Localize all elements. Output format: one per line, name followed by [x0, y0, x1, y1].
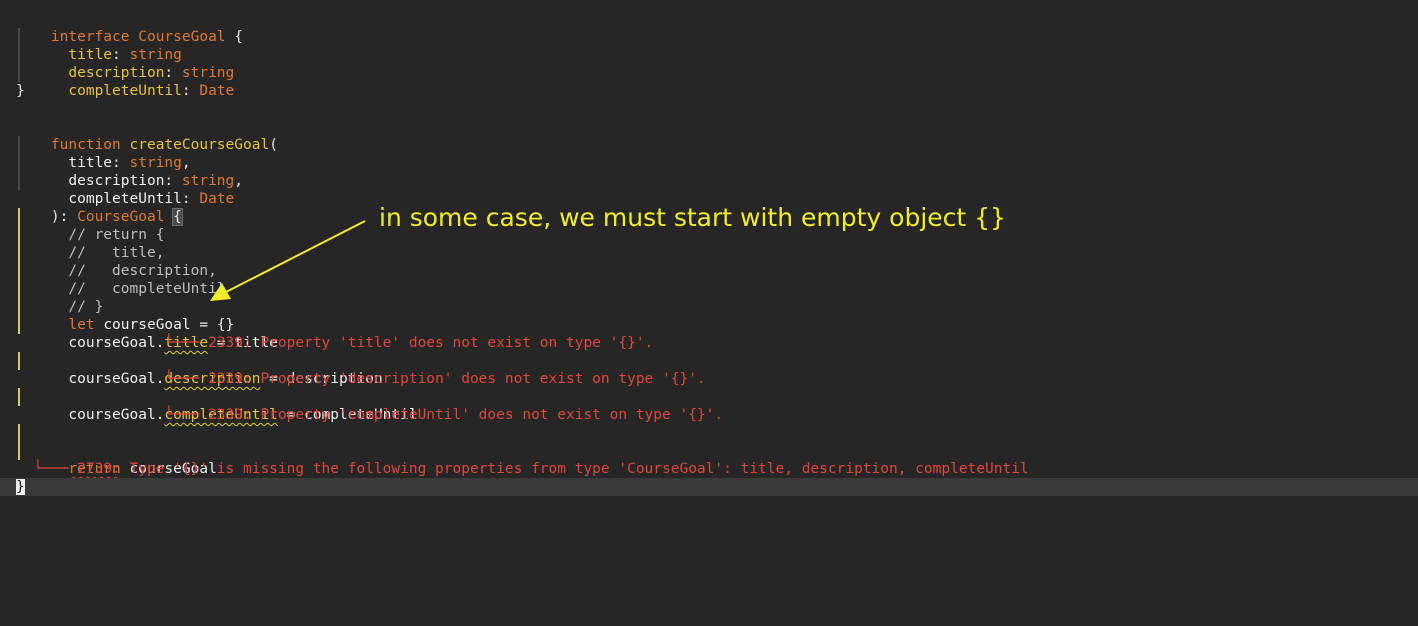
code-line[interactable]: completeUntil: Date [0, 172, 1418, 207]
diagnostic-message: 2339: Property 'title' does not exist on… [208, 335, 654, 351]
diagnostic-message: 2739: Type '{}' is missing the following… [77, 461, 1029, 477]
indent-guide [18, 208, 20, 226]
code-line-current[interactable]: } [0, 478, 1418, 496]
indent-guide [18, 442, 20, 460]
diagnostic-message: 2339: Property 'description' does not ex… [208, 371, 706, 387]
code-editor[interactable]: interface CourseGoal { title: string des… [0, 10, 1418, 496]
diagnostic-line: └─── 2339: Property 'description' does n… [0, 370, 1418, 388]
code-line[interactable]: courseGoal.title = title [0, 316, 1418, 351]
code-line[interactable]: // } [0, 280, 1418, 315]
code-line[interactable]: courseGoal.completeUntil = completeUntil [0, 388, 1418, 423]
punctuation: } [16, 83, 25, 99]
diagnostic-connector: └─── [164, 335, 200, 351]
cursor-brace: } [16, 479, 25, 495]
code-line[interactable]: return courseGoal [0, 442, 1418, 477]
indent-guide [18, 28, 20, 46]
indent-guide [18, 46, 20, 64]
code-line[interactable]: // completeUntil [0, 262, 1418, 297]
indent-guide [18, 262, 20, 280]
code-line[interactable]: } [0, 82, 1418, 100]
indent-guide [18, 154, 20, 172]
indent-guide [18, 64, 20, 82]
indent-guide [18, 352, 20, 370]
indent-guide [18, 136, 20, 154]
diagnostic-message: 2339: Property 'completeUntil' does not … [208, 407, 724, 423]
code-line[interactable]: courseGoal.description = description [0, 352, 1418, 387]
indent-guide [18, 244, 20, 262]
code-line[interactable]: description: string [0, 46, 1418, 81]
code-line[interactable]: completeUntil: Date [0, 64, 1418, 99]
code-line[interactable]: description: string, [0, 154, 1418, 189]
indent-guide [18, 226, 20, 244]
code-line[interactable]: function createCourseGoal( [0, 118, 1418, 153]
code-line[interactable]: title: string, [0, 136, 1418, 171]
indent-guide [18, 280, 20, 298]
diagnostic-connector: └─── [164, 371, 200, 387]
code-line[interactable]: let courseGoal = {} [0, 298, 1418, 333]
annotation-text: in some case, we must start with empty o… [379, 203, 1006, 232]
diagnostic-connector: └─── [33, 461, 69, 477]
diagnostic-line: └─── 2339: Property 'completeUntil' does… [0, 406, 1418, 424]
indent-guide [18, 316, 20, 334]
indent-guide [18, 424, 20, 442]
code-line[interactable]: // description, [0, 244, 1418, 279]
indent-guide [18, 388, 20, 406]
code-line[interactable]: interface CourseGoal { [0, 10, 1418, 45]
diagnostic-line: └─── 2339: Property 'title' does not exi… [0, 334, 1418, 352]
diagnostic-line: └─── 2739: Type '{}' is missing the foll… [0, 460, 1418, 478]
diagnostic-connector: └─── [164, 407, 200, 423]
code-line[interactable]: title: string [0, 28, 1418, 63]
indent-guide [18, 172, 20, 190]
code-line-empty[interactable] [0, 424, 1418, 442]
code-line-empty[interactable] [0, 100, 1418, 118]
indent-guide [18, 298, 20, 316]
